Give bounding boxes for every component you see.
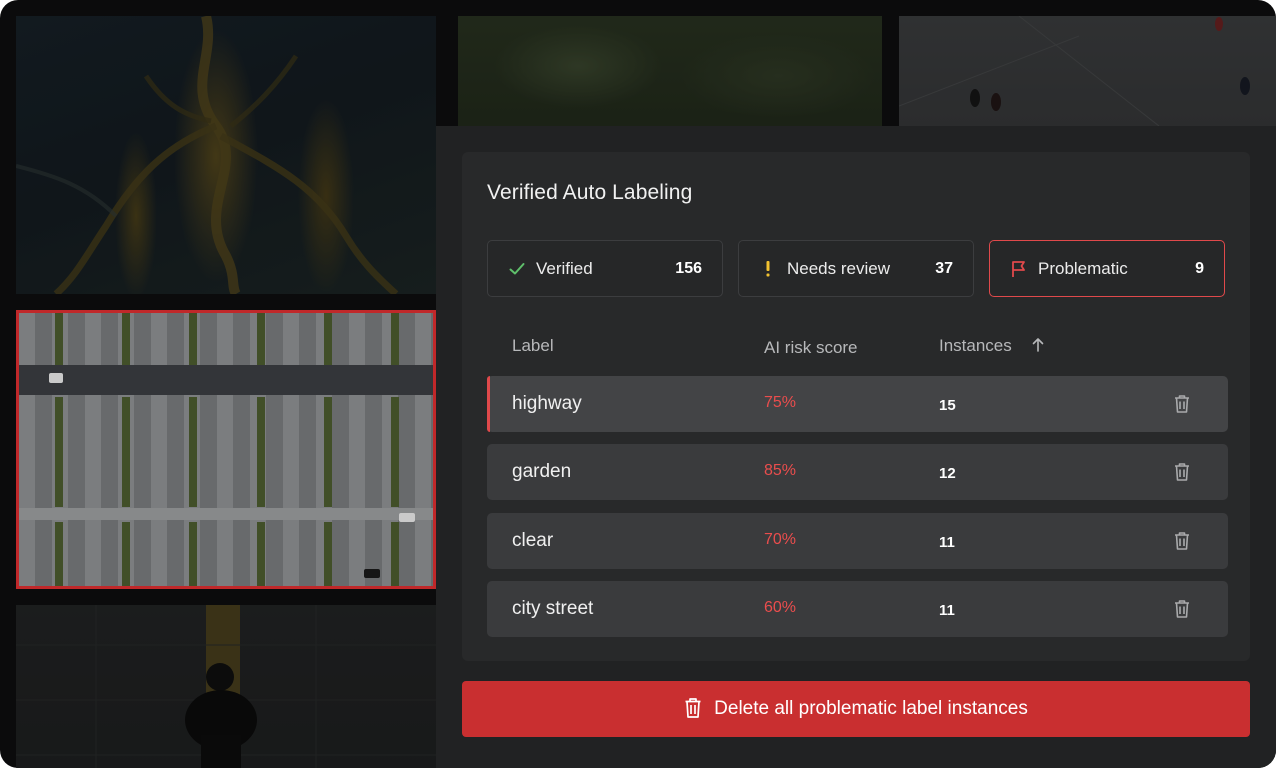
table-row[interactable]: clear 70% 11 xyxy=(487,513,1228,569)
table-row[interactable]: highway 75% 15 xyxy=(487,376,1228,432)
row-instances: 11 xyxy=(939,602,955,619)
row-instances: 11 xyxy=(939,534,955,551)
sort-ascending-icon[interactable] xyxy=(1031,337,1045,358)
image-tile-parking-lot-selected[interactable] xyxy=(16,310,436,589)
column-header-risk-score[interactable]: AI risk score xyxy=(764,338,858,358)
trash-icon[interactable] xyxy=(1173,394,1191,414)
column-header-label[interactable]: Label xyxy=(512,336,554,356)
panel-title: Verified Auto Labeling xyxy=(487,181,693,204)
trash-icon[interactable] xyxy=(1173,462,1191,482)
filter-problematic[interactable]: Problematic 9 xyxy=(989,240,1225,297)
exclamation-icon xyxy=(759,260,777,278)
row-risk-score: 60% xyxy=(764,599,797,616)
filter-problematic-count: 9 xyxy=(1195,259,1204,277)
image-tile-snow-people[interactable] xyxy=(899,16,1276,126)
row-risk-score: 70% xyxy=(764,531,797,548)
app-window: Verified Auto Labeling Verified 156 Need… xyxy=(0,0,1276,768)
row-risk-score: 85% xyxy=(764,462,797,479)
row-risk-score: 75% xyxy=(764,394,797,411)
filter-needs-review-label: Needs review xyxy=(787,258,890,278)
flag-icon xyxy=(1010,260,1028,278)
column-header-instances[interactable]: Instances xyxy=(939,336,1012,356)
row-instances: 15 xyxy=(939,397,956,414)
row-instances: 12 xyxy=(939,465,956,482)
check-icon xyxy=(508,260,526,278)
trash-icon xyxy=(684,697,702,722)
trash-icon[interactable] xyxy=(1173,599,1191,619)
row-label: garden xyxy=(512,461,572,482)
row-label: highway xyxy=(512,393,582,414)
delete-all-label: Delete all problematic label instances xyxy=(714,698,1028,719)
trash-icon[interactable] xyxy=(1173,531,1191,551)
table-row[interactable]: garden 85% 12 xyxy=(487,444,1228,500)
row-label: city street xyxy=(512,598,594,619)
image-tile-river-delta[interactable] xyxy=(16,16,436,294)
filter-verified-count: 156 xyxy=(675,259,702,277)
table-row[interactable]: city street 60% 11 xyxy=(487,581,1228,637)
row-label: clear xyxy=(512,530,554,551)
image-tile-walking-person[interactable] xyxy=(16,605,436,768)
filter-needs-review[interactable]: Needs review 37 xyxy=(738,240,974,297)
image-tile-leaves[interactable] xyxy=(458,16,882,126)
filter-problematic-label: Problematic xyxy=(1038,258,1128,278)
filter-verified-label: Verified xyxy=(536,258,593,278)
delete-all-problematic-button[interactable]: Delete all problematic label instances xyxy=(462,681,1250,737)
filter-needs-review-count: 37 xyxy=(935,259,953,277)
filter-verified[interactable]: Verified 156 xyxy=(487,240,723,297)
